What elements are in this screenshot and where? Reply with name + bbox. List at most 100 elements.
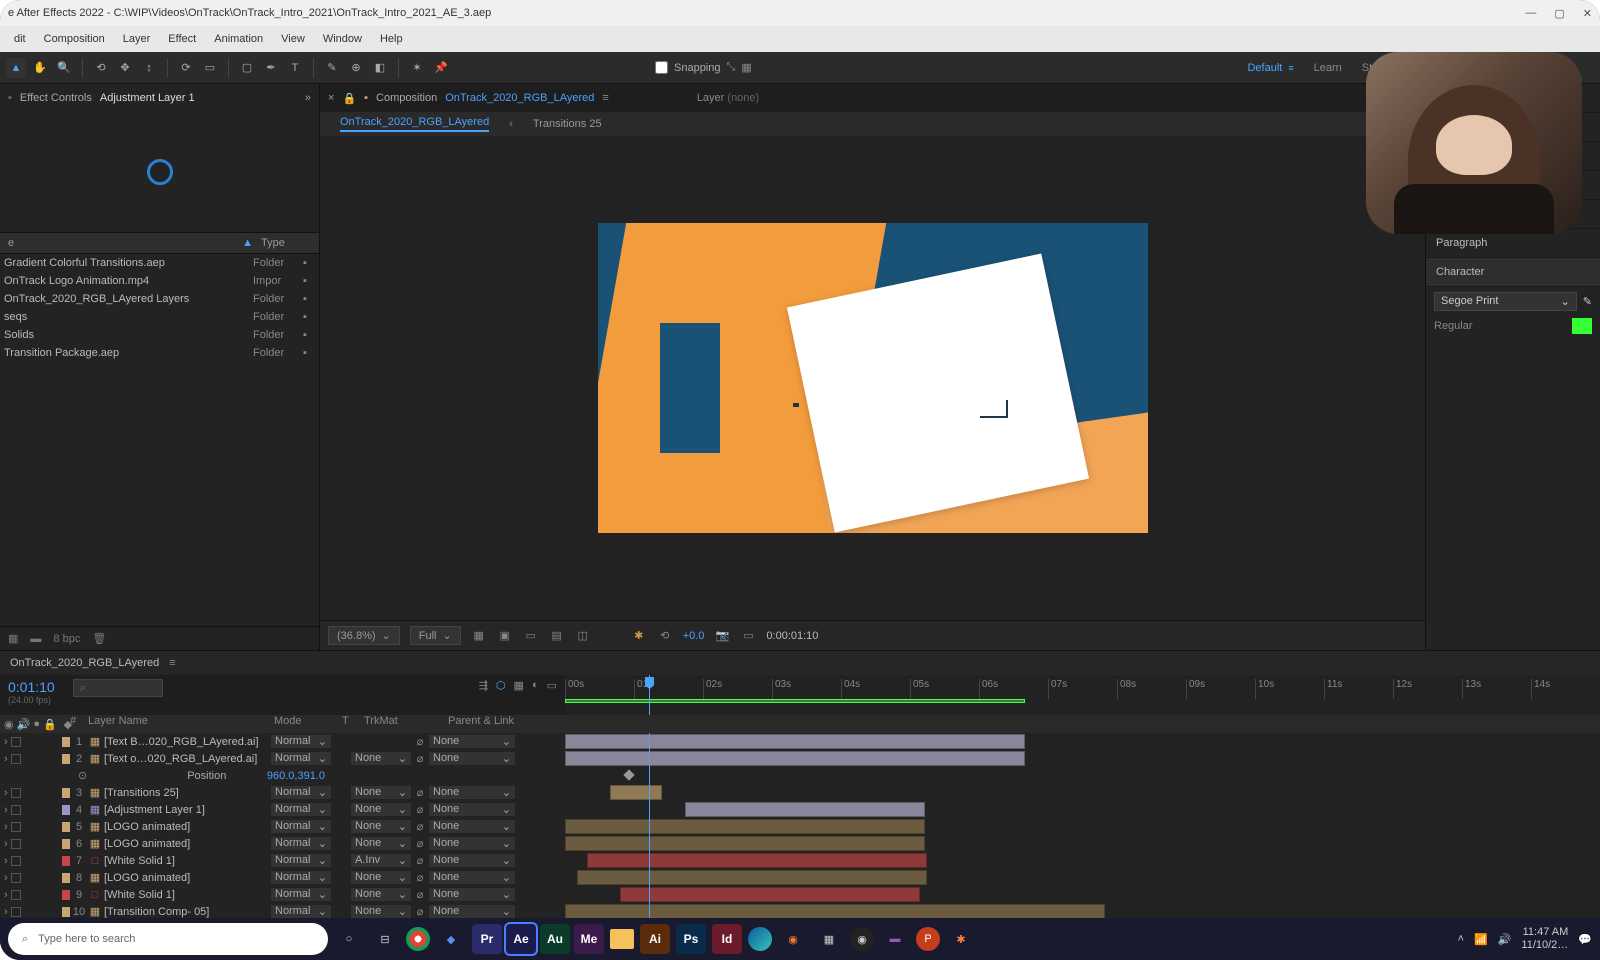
layer-row[interactable]: ›6▦[LOGO animated]Normal⌄None⌄⌀None⌄	[0, 835, 565, 852]
property-row[interactable]: ⊙Position960.0,391.0	[0, 767, 565, 784]
menu-help[interactable]: Help	[372, 31, 411, 47]
snapping-checkbox[interactable]	[655, 61, 668, 74]
current-timecode[interactable]: 0:01:10	[8, 679, 55, 695]
transparency-icon[interactable]: ◫	[575, 629, 591, 642]
resolve-icon[interactable]: ✱	[946, 924, 976, 954]
layer-bar[interactable]	[565, 836, 925, 851]
layer-row[interactable]: ›2▦[Text o…020_RGB_LAyered.ai]Normal⌄Non…	[0, 750, 565, 767]
volume-icon[interactable]: 🔊	[1498, 933, 1512, 946]
composition-tab[interactable]: × 🔒 ▪ Composition OnTrack_2020_RGB_LAyer…	[320, 84, 1425, 112]
wifi-icon[interactable]: 📶	[1474, 933, 1488, 946]
color-icon[interactable]: ✱	[631, 629, 647, 642]
brush-tool-icon[interactable]: ✎	[322, 58, 342, 78]
layer-row[interactable]: ›7□[White Solid 1]Normal⌄A.Inv⌄⌀None⌄	[0, 852, 565, 869]
taskbar-search[interactable]: ⌕ Type here to search	[8, 923, 328, 955]
work-area-bar[interactable]	[565, 699, 1025, 703]
menu-view[interactable]: View	[273, 31, 313, 47]
region-icon[interactable]: ▭	[523, 629, 539, 642]
sort-icon[interactable]: ▲	[242, 237, 253, 249]
blender-icon[interactable]: ◉	[778, 924, 808, 954]
frame-blend-icon[interactable]: ▦	[514, 679, 524, 692]
panel-menu-icon[interactable]: »	[305, 92, 311, 104]
ae-icon[interactable]: Ae	[506, 924, 536, 954]
project-list[interactable]: Gradient Colorful Transitions.aepFolder▪…	[0, 254, 319, 626]
app2-icon[interactable]: ▦	[814, 924, 844, 954]
layer-row[interactable]: ›3▦[Transitions 25]Normal⌄None⌄⌀None⌄	[0, 784, 565, 801]
eyedropper-icon[interactable]: ✎	[1583, 295, 1592, 308]
type-tool-icon[interactable]: T	[285, 58, 305, 78]
layer-bar[interactable]	[577, 870, 927, 885]
layer-bar[interactable]	[685, 802, 925, 817]
solo-column-icon[interactable]: ●	[33, 718, 40, 730]
minimize-icon[interactable]: —	[1525, 7, 1536, 20]
layer-bar[interactable]	[620, 887, 920, 902]
font-style[interactable]: Regular	[1434, 320, 1566, 332]
lock-column-icon[interactable]: 🔒	[43, 718, 57, 731]
project-item[interactable]: OnTrack_2020_RGB_LAyered LayersFolder▪	[0, 290, 319, 308]
grid-icon[interactable]: ▦	[471, 629, 487, 642]
motion-blur-icon[interactable]: ◐	[532, 679, 539, 692]
exposure-value[interactable]: +0.0	[683, 630, 705, 642]
snap-grid-icon[interactable]: ▦	[741, 61, 751, 74]
pen-tool-icon[interactable]: ✒	[261, 58, 281, 78]
ai-icon[interactable]: Ai	[640, 924, 670, 954]
layer-bar[interactable]	[565, 904, 1105, 919]
trash-icon[interactable]: 🗑	[92, 632, 106, 645]
layer-row[interactable]: ›1▦[Text B…020_RGB_LAyered.ai]Normal⌄⌀No…	[0, 733, 565, 750]
comp-flowchart-icon[interactable]: ⇶	[479, 679, 488, 692]
project-item[interactable]: Transition Package.aepFolder▪	[0, 344, 319, 362]
id-icon[interactable]: Id	[712, 924, 742, 954]
zoom-select[interactable]: (36.8%)⌄	[328, 626, 400, 645]
playhead-line[interactable]	[649, 733, 650, 938]
subtab-transitions[interactable]: Transitions 25	[533, 118, 602, 130]
composition-viewer[interactable]	[320, 136, 1425, 620]
current-time[interactable]: 0:00:01:10	[766, 630, 818, 642]
hand-tool-icon[interactable]: ✋	[30, 58, 50, 78]
menu-edit[interactable]: dit	[6, 31, 34, 47]
menu-composition[interactable]: Composition	[36, 31, 113, 47]
obs-icon[interactable]: ◉	[850, 927, 874, 951]
edge-icon[interactable]	[748, 927, 772, 951]
folder-icon[interactable]: ▬	[30, 633, 41, 645]
zoom-tool-icon[interactable]: 🔍	[54, 58, 74, 78]
project-item[interactable]: OnTrack Logo Animation.mp4Impor▪	[0, 272, 319, 290]
selection-tool-icon[interactable]: ▲	[6, 58, 26, 78]
app-icon[interactable]: ◆	[436, 924, 466, 954]
layer-row[interactable]: ›4▦[Adjustment Layer 1]Normal⌄None⌄⌀None…	[0, 801, 565, 818]
app3-icon[interactable]: ▬	[880, 924, 910, 954]
keyframe-icon[interactable]	[623, 769, 634, 780]
effect-controls-tab[interactable]: ▪ Effect Controls Adjustment Layer 1 »	[0, 84, 319, 112]
layer-row[interactable]: ›8▦[LOGO animated]Normal⌄None⌄⌀None⌄	[0, 869, 565, 886]
explorer-icon[interactable]	[610, 929, 634, 949]
eraser-tool-icon[interactable]: ◧	[370, 58, 390, 78]
puppet-tool-icon[interactable]: 📌	[431, 58, 451, 78]
rotate-tool-icon[interactable]: ⟳	[176, 58, 196, 78]
audio-column-icon[interactable]: 🔊	[17, 718, 31, 731]
notification-icon[interactable]: 💬	[1578, 933, 1592, 946]
maximize-icon[interactable]: ▢	[1554, 7, 1564, 20]
menu-effect[interactable]: Effect	[160, 31, 204, 47]
layer-row[interactable]: ›5▦[LOGO animated]Normal⌄None⌄⌀None⌄	[0, 818, 565, 835]
workspace-default[interactable]: Default ≡	[1247, 62, 1293, 74]
playhead[interactable]	[649, 675, 650, 715]
project-item[interactable]: SolidsFolder▪	[0, 326, 319, 344]
cortana-icon[interactable]: ⊟	[370, 924, 400, 954]
pr-icon[interactable]: Pr	[472, 924, 502, 954]
menu-layer[interactable]: Layer	[115, 31, 159, 47]
fill-swatch[interactable]	[1572, 318, 1592, 334]
interpret-icon[interactable]: ▦	[8, 632, 18, 645]
layer-bar[interactable]	[565, 734, 1025, 749]
menu-animation[interactable]: Animation	[206, 31, 271, 47]
tab-menu-icon[interactable]: ≡	[602, 92, 608, 104]
channel-icon[interactable]: ▤	[549, 629, 565, 642]
chrome-icon[interactable]	[406, 927, 430, 951]
subtab-active[interactable]: OnTrack_2020_RGB_LAyered	[340, 116, 489, 132]
orbit-tool-icon[interactable]: ⟲	[91, 58, 111, 78]
rect-tool-icon[interactable]: ▢	[237, 58, 257, 78]
layer-bar[interactable]	[565, 819, 925, 834]
project-item[interactable]: Gradient Colorful Transitions.aepFolder▪	[0, 254, 319, 272]
layer-row[interactable]: ›9□[White Solid 1]Normal⌄None⌄⌀None⌄	[0, 886, 565, 903]
task-view-icon[interactable]: ○	[334, 924, 364, 954]
camera-tool-icon[interactable]: ▭	[200, 58, 220, 78]
panel-character[interactable]: Character	[1426, 258, 1600, 287]
